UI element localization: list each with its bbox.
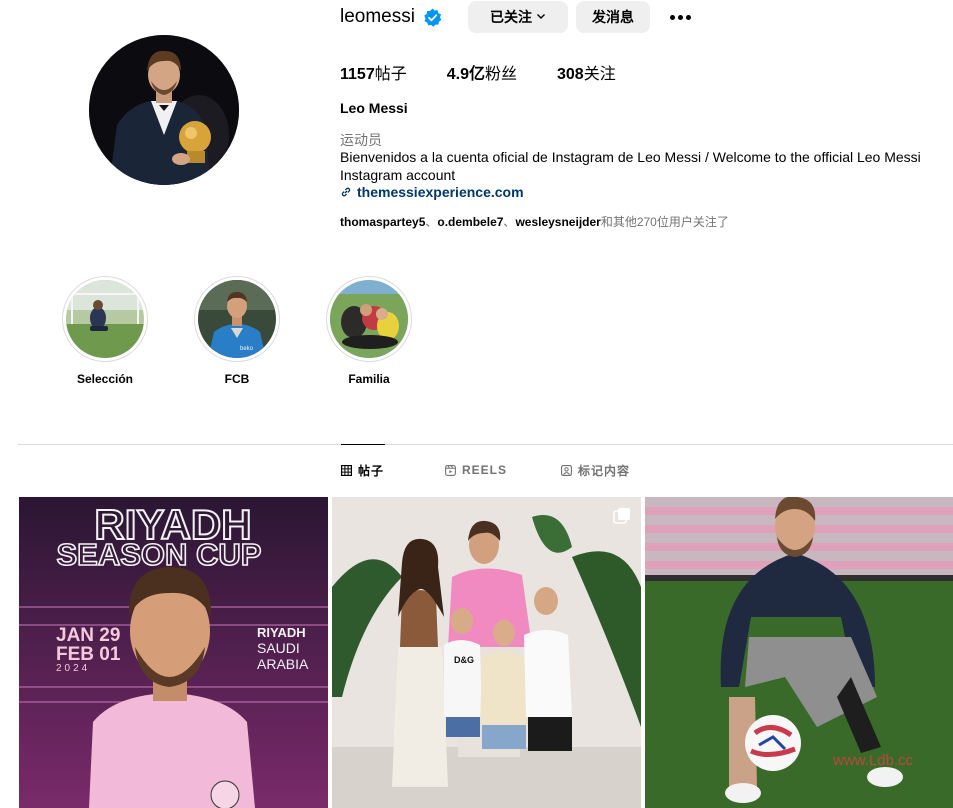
highlight-ring[interactable] [326,276,412,362]
profile-header: leomessi 已关注 发消息 [340,0,696,34]
profile-tabs: 帖子 REELS 标记内容 [0,444,953,496]
following-label: 关注 [583,66,616,83]
following-button[interactable]: 已关注 [467,1,568,33]
post-shirt-text: D&G [454,655,474,665]
watermark: www.Ldb.cc [833,752,914,769]
post-family-photo[interactable]: D&G [332,497,641,808]
highlight-label: Selección [76,372,134,386]
highlight-label: Familia [348,372,390,386]
grid-icon [341,465,352,476]
profile-stats: 1157帖子 4.9亿粉丝 308关注 [340,60,656,84]
message-button-label: 发消息 [591,9,634,25]
chevron-down-icon [536,11,546,24]
highlight-ring[interactable] [62,276,148,362]
carousel-icon [613,507,631,530]
followers-label: 粉丝 [484,66,517,83]
external-link[interactable]: themessiexperience.com [340,184,524,200]
posts-label: 帖子 [374,66,407,83]
post-place-line1: RIYADH [257,625,306,640]
highlight-cover [66,280,144,358]
profile-avatar[interactable] [89,35,239,185]
stat-following[interactable]: 308关注 [557,60,616,84]
link-icon [341,187,351,197]
tab-label: REELS [462,463,508,477]
highlight-ring[interactable]: beko [194,276,280,362]
stat-followers[interactable]: 4.9亿粉丝 [447,60,517,84]
post-date-line2: FEB 01 [56,644,121,665]
highlight-label: FCB [224,372,250,386]
highlight-cover [330,280,408,358]
post-riyadh-season-cup[interactable]: RIYADH SEASON CUP JAN 29 FEB 01 2024 RIY… [19,497,328,808]
tab-label: 帖子 [358,464,385,478]
followed-by-suffix: 和其他270位用户关注了 [600,215,729,229]
tagged-icon [561,464,572,476]
follower-user[interactable]: wesleysneijder [515,215,600,229]
external-link-text: themessiexperience.com [357,184,524,200]
highlight-familia[interactable]: Familia [326,276,412,386]
followed-by[interactable]: thomasparteу5、o.dembele7、wesleysneijder和… [340,213,729,230]
follower-user[interactable]: o.dembele7 [437,215,503,229]
follower-user[interactable]: thomasparteу5 [340,215,425,229]
following-count: 308 [557,66,584,83]
separator: 、 [425,215,438,229]
post-place-line2: SAUDI [257,640,300,656]
post-place-line3: ARABIA [257,656,309,672]
tab-posts[interactable]: 帖子 [341,444,385,496]
profile-category: 运动员 [340,132,382,148]
followers-count: 4.9亿 [446,66,485,83]
post-year: 2024 [56,663,90,674]
highlight-cover: beko [198,280,276,358]
post-date-line1: JAN 29 [56,625,120,646]
stat-posts: 1157帖子 [340,60,407,84]
message-button[interactable]: 发消息 [575,1,650,33]
highlight-seleccion[interactable]: Selección [62,276,148,386]
profile-bio: Bienvenidos a la cuenta oficial de Insta… [340,149,921,183]
tab-reels[interactable]: REELS [445,444,507,496]
posts-count: 1157 [340,66,375,83]
following-button-label: 已关注 [489,9,532,25]
separator: 、 [503,215,516,229]
highlight-fcb[interactable]: beko FCB [194,276,280,386]
verified-badge-icon [423,7,442,27]
username: leomessi [340,6,415,27]
full-name: Leo Messi [340,100,408,116]
reels-icon [445,464,456,476]
svg-text:beko: beko [240,346,254,352]
more-options-icon[interactable] [666,2,696,32]
post-title-line2: SEASON CUP [57,537,262,572]
tab-tagged[interactable]: 标记内容 [561,444,630,496]
tab-label: 标记内容 [578,463,631,478]
